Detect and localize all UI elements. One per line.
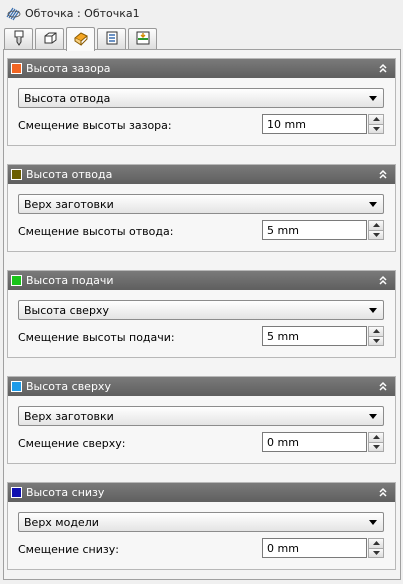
color-swatch xyxy=(11,275,22,286)
collapse-chevron-icon[interactable] xyxy=(377,168,389,180)
tab-heights[interactable] xyxy=(66,27,95,51)
reference-select[interactable]: Верх заготовки xyxy=(18,406,384,426)
offset-label: Смещение сверху: xyxy=(18,437,126,450)
group-header[interactable]: Высота снизу xyxy=(8,483,395,502)
spin-up-button[interactable] xyxy=(368,220,384,231)
reference-select-value: Верх заготовки xyxy=(24,197,114,211)
linking-icon xyxy=(135,30,151,49)
turning-operation-icon xyxy=(5,5,21,21)
stock-icon xyxy=(42,30,58,49)
offset-spinner[interactable] xyxy=(368,220,384,240)
reference-select[interactable]: Высота сверху xyxy=(18,300,384,320)
group-top-height: Высота сверху Верх заготовки Смещение св… xyxy=(7,376,396,464)
collapse-chevron-icon[interactable] xyxy=(377,486,389,498)
color-swatch xyxy=(11,63,22,74)
color-swatch xyxy=(11,487,22,498)
spin-up-button[interactable] xyxy=(368,538,384,549)
reference-select-value: Верх заготовки xyxy=(24,409,114,423)
tab-linking[interactable] xyxy=(128,28,157,50)
spin-down-button[interactable] xyxy=(368,336,384,346)
dropdown-arrow-icon xyxy=(366,307,380,313)
group-title: Высота подачи xyxy=(26,274,114,287)
spin-up-button[interactable] xyxy=(368,432,384,443)
offset-spinner[interactable] xyxy=(368,538,384,558)
dropdown-arrow-icon xyxy=(366,95,380,101)
offset-spinner[interactable] xyxy=(368,326,384,346)
offset-label: Смещение высоты отвода: xyxy=(18,225,174,238)
reference-select[interactable]: Верх модели xyxy=(18,512,384,532)
group-header[interactable]: Высота сверху xyxy=(8,377,395,396)
window-title: Обточка : Обточка1 xyxy=(25,6,140,20)
tab-tool[interactable] xyxy=(4,28,33,50)
tab-strip xyxy=(4,26,159,51)
group-title: Высота отвода xyxy=(26,168,113,181)
reference-select-value: Высота отвода xyxy=(24,91,111,105)
group-title: Высота сверху xyxy=(26,380,111,393)
group-retract-height: Высота отвода Верх заготовки Смещение вы… xyxy=(7,164,396,252)
offset-spinner[interactable] xyxy=(368,432,384,452)
offset-input[interactable]: 10 mm xyxy=(262,114,367,134)
offset-spinner[interactable] xyxy=(368,114,384,134)
dropdown-arrow-icon xyxy=(366,519,380,525)
spin-down-button[interactable] xyxy=(368,124,384,134)
spin-down-button[interactable] xyxy=(368,442,384,452)
group-header[interactable]: Высота отвода xyxy=(8,165,395,184)
tab-stock[interactable] xyxy=(35,28,64,50)
reference-select[interactable]: Высота отвода xyxy=(18,88,384,108)
collapse-chevron-icon[interactable] xyxy=(377,380,389,392)
collapse-chevron-icon[interactable] xyxy=(377,274,389,286)
offset-label: Смещение снизу: xyxy=(18,543,119,556)
reference-select[interactable]: Верх заготовки xyxy=(18,194,384,214)
offset-input[interactable]: 0 mm xyxy=(262,538,367,558)
offset-label: Смещение высоты подачи: xyxy=(18,331,175,344)
group-title: Высота зазора xyxy=(26,62,111,75)
heights-icon xyxy=(73,30,89,49)
dropdown-arrow-icon xyxy=(366,413,380,419)
group-title: Высота снизу xyxy=(26,486,105,499)
collapse-chevron-icon[interactable] xyxy=(377,62,389,74)
spin-up-button[interactable] xyxy=(368,114,384,125)
color-swatch xyxy=(11,169,22,180)
reference-select-value: Верх модели xyxy=(24,515,99,529)
offset-input[interactable]: 0 mm xyxy=(262,432,367,452)
spin-down-button[interactable] xyxy=(368,548,384,558)
group-header[interactable]: Высота подачи xyxy=(8,271,395,290)
group-clearance-height: Высота зазора Высота отвода Смещение выс… xyxy=(7,58,396,146)
group-header[interactable]: Высота зазора xyxy=(8,59,395,78)
title-bar: Обточка : Обточка1 xyxy=(0,0,403,26)
reference-select-value: Высота сверху xyxy=(24,303,109,317)
group-bottom-height: Высота снизу Верх модели Смещение снизу:… xyxy=(7,482,396,570)
offset-input[interactable]: 5 mm xyxy=(262,326,367,346)
dropdown-arrow-icon xyxy=(366,201,380,207)
color-swatch xyxy=(11,381,22,392)
offset-label: Смещение высоты зазора: xyxy=(18,119,172,132)
spin-up-button[interactable] xyxy=(368,326,384,337)
group-feed-height: Высота подачи Высота сверху Смещение выс… xyxy=(7,270,396,358)
passes-icon xyxy=(104,30,120,49)
spin-down-button[interactable] xyxy=(368,230,384,240)
tool-icon xyxy=(11,30,27,49)
tab-passes[interactable] xyxy=(97,28,126,50)
offset-input[interactable]: 5 mm xyxy=(262,220,367,240)
